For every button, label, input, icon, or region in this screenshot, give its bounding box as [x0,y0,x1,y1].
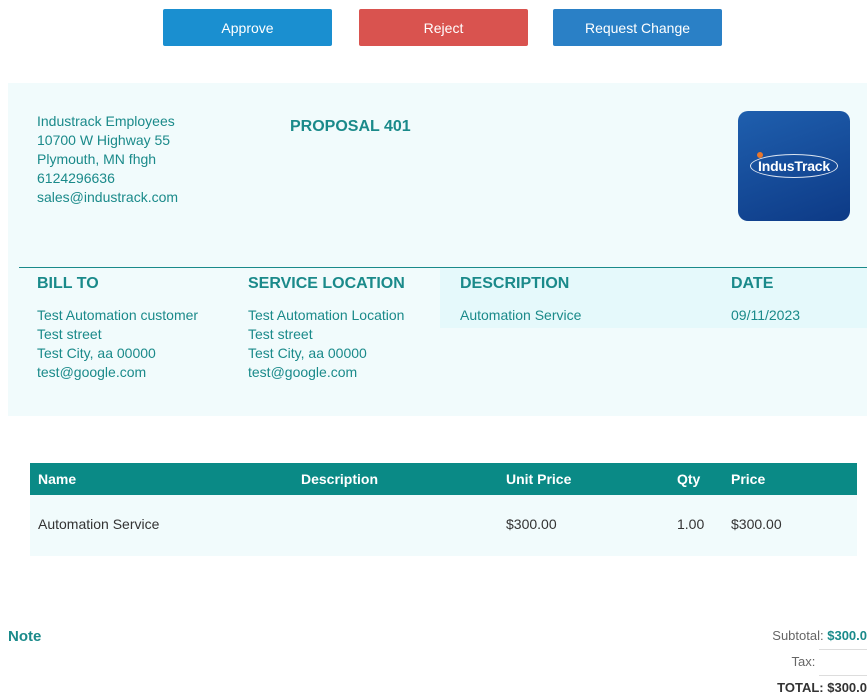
service-location-details: Test Automation Location Test street Tes… [248,306,404,382]
column-header-unit-price: Unit Price [506,471,572,487]
totals-separator [819,675,867,676]
row-item-name: Automation Service [38,516,160,532]
bill-to-email: test@google.com [37,364,147,380]
tax-row: Tax: [792,654,867,669]
service-location-street: Test street [248,326,313,342]
column-header-name: Name [38,471,77,487]
company-info: Industrack Employees 10700 W Highway 55 … [37,112,178,207]
column-header-price: Price [731,471,766,487]
service-location-heading: SERVICE LOCATION [248,275,405,292]
proposal-title: PROPOSAL 401 [290,118,411,135]
service-location-name: Test Automation Location [248,307,405,323]
company-logo: IndusTrack [738,111,850,221]
company-email: sales@industrack.com [37,189,179,205]
subtotal-row: Subtotal: $300.0 [772,628,867,643]
company-name: Industrack Employees [37,113,175,129]
company-phone: 6124296636 [37,170,115,186]
total-label: TOTAL: [777,680,824,695]
date-value: 09/11/2023 [731,307,801,323]
row-item-unit-price: $300.00 [506,516,557,532]
company-address-line2: Plymouth, MN fhgh [37,151,157,167]
service-location-city: Test City, aa 00000 [248,345,367,361]
bill-to-city: Test City, aa 00000 [37,345,156,361]
column-header-description: Description [301,471,379,487]
bill-to-details: Test Automation customer Test street Tes… [37,306,198,382]
note-label: Note [8,628,42,645]
logo-wordmark: IndusTrack [750,152,838,178]
column-header-qty: Qty [677,471,701,487]
total-value: $300.0 [827,680,867,695]
subtotal-label: Subtotal: [772,628,824,643]
description-heading: DESCRIPTION [460,275,570,292]
logo-dot-icon [757,152,764,158]
approve-button[interactable]: Approve [163,9,332,46]
company-address-line1: 10700 W Highway 55 [37,132,171,148]
subtotal-value: $300.0 [827,628,867,643]
reject-button[interactable]: Reject [359,9,528,46]
request-change-button[interactable]: Request Change [553,9,722,46]
row-item-price: $300.00 [731,516,782,532]
bill-to-name: Test Automation customer [37,307,199,323]
description-value: Automation Service [460,307,582,323]
row-item-qty: 1.00 [677,516,705,532]
service-location-email: test@google.com [248,364,358,380]
bill-to-street: Test street [37,326,102,342]
totals-separator [819,649,867,650]
total-row: TOTAL: $300.0 [777,680,867,695]
date-heading: DATE [731,275,774,292]
tax-label: Tax: [791,654,816,669]
bill-to-heading: BILL TO [37,275,99,292]
